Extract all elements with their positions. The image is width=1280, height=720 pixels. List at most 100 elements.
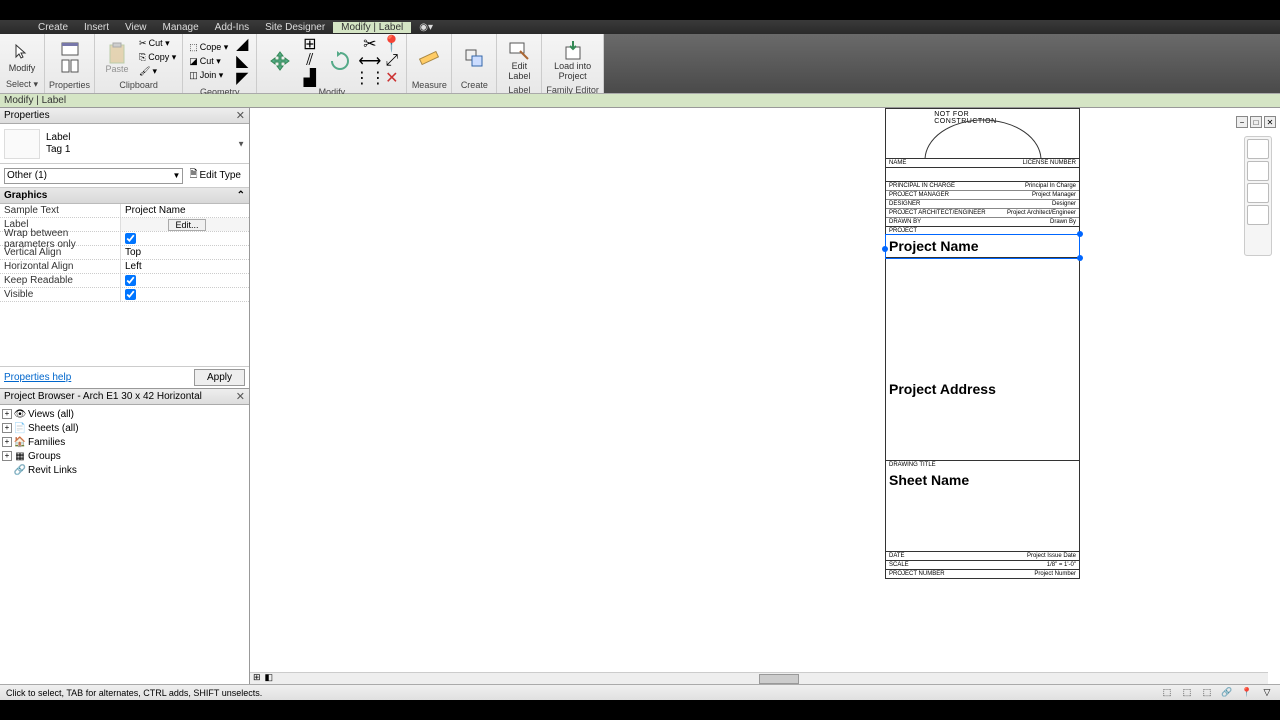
properties-title: Properties [4, 110, 50, 121]
expand-icon[interactable]: + [2, 437, 12, 447]
minimize-view-button[interactable]: − [1236, 116, 1248, 128]
expand-icon[interactable]: + [2, 409, 12, 419]
keep-readable-checkbox[interactable] [125, 275, 136, 286]
create-similar-button[interactable] [456, 44, 492, 72]
project-address-field[interactable]: Project Address [889, 381, 1076, 397]
menu-create[interactable]: Create [30, 22, 76, 33]
expand-icon[interactable]: + [2, 451, 12, 461]
properties-panel: Properties ✕ Label Tag 1 ▼ Other (1)▼ [0, 108, 249, 388]
tb-row-l: PRINCIPAL IN CHARGE [889, 183, 955, 189]
tb-row-r: Principal In Charge [1025, 183, 1076, 189]
drawing-canvas[interactable]: NOT FOR CONSTRUCTION NAME LICENSE NUMBER… [250, 108, 1280, 684]
join-icon: ◫ [189, 70, 198, 81]
horizontal-scrollbar[interactable]: ⊞ ◧ [250, 672, 1268, 684]
edit-type-button[interactable]: 🗎Edit Type [185, 166, 245, 185]
menu-addins[interactable]: Add-Ins [207, 22, 257, 33]
graphics-group-header[interactable]: Graphics⌃ [0, 188, 249, 204]
license-label: LICENSE NUMBER [1023, 160, 1076, 166]
sample-text-value[interactable]: Project Name [120, 204, 249, 217]
join-button[interactable]: ◫Join ▾ [187, 69, 230, 82]
instance-filter-combo[interactable]: Other (1)▼ [4, 168, 183, 184]
valign-value[interactable]: Top [120, 246, 249, 259]
mirror-button[interactable]: ▟ [300, 70, 320, 86]
chevron-down-icon: ▼ [173, 171, 181, 180]
wrap-checkbox[interactable] [125, 233, 136, 244]
halign-value[interactable]: Left [120, 260, 249, 273]
nav-wheel-button[interactable] [1247, 205, 1269, 225]
modify-button[interactable]: Modify [4, 38, 40, 76]
offset-button[interactable]: ⫽ [300, 53, 320, 69]
stamp-arc-icon [918, 115, 1048, 159]
close-properties-icon[interactable]: ✕ [236, 109, 245, 122]
menu-modify-label[interactable]: Modify | Label [333, 22, 411, 33]
tree-links[interactable]: 🔗Revit Links [2, 463, 247, 477]
expand-icon[interactable]: + [2, 423, 12, 433]
view-scale-button[interactable]: ⊞ [253, 672, 261, 683]
groups-icon: ▦ [14, 450, 26, 462]
geom-btn3[interactable]: ◤ [232, 70, 252, 86]
design-options-icon[interactable]: ⬚ [1180, 687, 1194, 699]
load-icon [561, 38, 585, 62]
tree-views[interactable]: +👁Views (all) [2, 407, 247, 421]
cope-button[interactable]: ⬚Cope ▾ [187, 41, 230, 54]
type-thumbnail [4, 129, 40, 159]
tree-sheets[interactable]: +📄Sheets (all) [2, 421, 247, 435]
type-properties-button[interactable] [60, 58, 80, 74]
close-browser-icon[interactable]: ✕ [236, 390, 245, 403]
project-browser-panel: Project Browser - Arch E1 30 x 42 Horizo… [0, 388, 249, 684]
project-name-field[interactable]: Project Name [886, 235, 1079, 258]
maximize-view-button[interactable]: □ [1250, 116, 1262, 128]
create-icon [462, 46, 486, 70]
menu-site-designer[interactable]: Site Designer [257, 22, 333, 33]
menu-view[interactable]: View [117, 22, 155, 33]
copy-icon: ⎘ [139, 52, 146, 63]
move-button[interactable] [262, 47, 298, 75]
type-selector[interactable]: Label Tag 1 ▼ [0, 124, 249, 164]
menu-insert[interactable]: Insert [76, 22, 117, 33]
edit-label-button[interactable]: Edit Label [501, 36, 537, 84]
paste-button[interactable]: Paste [99, 39, 135, 77]
rotate-button[interactable] [322, 47, 358, 75]
split-button[interactable]: ⟷ [360, 53, 380, 69]
tree-families[interactable]: +🏠Families [2, 435, 247, 449]
geom-btn2[interactable]: ◣ [232, 53, 252, 69]
tree-groups[interactable]: +▦Groups [2, 449, 247, 463]
array-button[interactable]: ⋮⋮ [360, 70, 380, 86]
sheet-name-field[interactable]: Sheet Name [889, 472, 1076, 488]
close-view-button[interactable]: ✕ [1264, 116, 1276, 128]
select-links-icon[interactable]: 🔗 [1220, 687, 1234, 699]
scale-button[interactable]: ⤢ [382, 53, 402, 69]
select-pinned-icon[interactable]: 📍 [1240, 687, 1254, 699]
align-button[interactable]: ⊞ [300, 36, 320, 52]
cut-geom-button[interactable]: ◪Cut ▾ [187, 55, 230, 68]
ribbon: Modify Select ▾ Properties Paste [0, 34, 1280, 94]
measure-button[interactable] [411, 44, 447, 72]
cut-icon: ◪ [189, 56, 198, 67]
detail-level-button[interactable]: ◧ [265, 672, 274, 683]
menu-finish-icon[interactable]: ◉▾ [411, 22, 441, 33]
filter-icon[interactable]: ▽ [1260, 687, 1274, 699]
titleblock[interactable]: NOT FOR CONSTRUCTION NAME LICENSE NUMBER… [885, 108, 1080, 579]
cut-button[interactable]: ✂Cut ▾ [137, 37, 178, 50]
label-edit-button[interactable]: Edit... [168, 219, 205, 231]
pan-button[interactable] [1247, 183, 1269, 203]
load-into-project-button[interactable]: Load into Project [550, 36, 595, 84]
workset-icon[interactable]: ⬚ [1160, 687, 1174, 699]
geom-btn1[interactable]: ◢ [232, 36, 252, 52]
pin-button[interactable]: 📍 [382, 36, 402, 52]
properties-button[interactable] [60, 41, 80, 57]
menu-manage[interactable]: Manage [155, 22, 207, 33]
trim-button[interactable]: ✂ [360, 36, 380, 52]
zoom-region-button[interactable] [1247, 161, 1269, 181]
apply-button[interactable]: Apply [194, 369, 245, 386]
create-group-label: Create [461, 79, 488, 91]
editable-only-icon[interactable]: ⬚ [1200, 687, 1214, 699]
properties-help-link[interactable]: Properties help [4, 372, 71, 383]
cursor-icon [10, 40, 34, 64]
zoom-all-button[interactable] [1247, 139, 1269, 159]
visible-checkbox[interactable] [125, 289, 136, 300]
match-button[interactable]: 🖌▾ [137, 65, 178, 78]
copy-button[interactable]: ⎘Copy ▾ [137, 51, 178, 64]
delete-button[interactable]: ✕ [382, 70, 402, 86]
scrollbar-thumb[interactable] [759, 674, 799, 684]
